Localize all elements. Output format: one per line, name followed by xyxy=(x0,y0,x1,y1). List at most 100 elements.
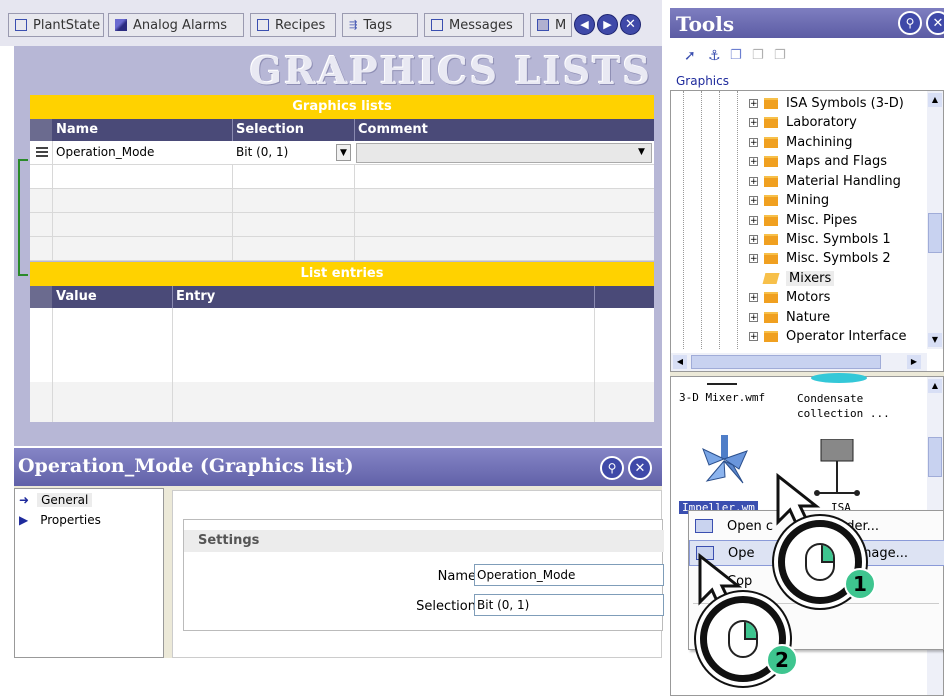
folder-icon xyxy=(764,253,778,264)
table-row[interactable] xyxy=(30,165,654,189)
gallery-item-label[interactable]: 3-D Mixer.wmf xyxy=(679,391,765,404)
expand-icon[interactable]: + xyxy=(749,235,758,245)
scroll-left-button[interactable]: ◀ xyxy=(574,14,595,35)
tree-item-mining[interactable]: + Mining xyxy=(749,191,829,210)
copy-icon[interactable]: ❐ xyxy=(730,48,742,63)
selection-label: Selection xyxy=(416,599,476,614)
folder-icon xyxy=(764,234,778,245)
column-entry[interactable]: Entry xyxy=(176,289,215,304)
column-selection[interactable]: Selection xyxy=(236,122,304,137)
table-row[interactable]: Operation_Mode Bit (0, 1) ▼ ▼ xyxy=(30,141,654,165)
expand-icon[interactable]: + xyxy=(749,99,758,109)
tree-item-motors[interactable]: + Motors xyxy=(749,288,830,307)
expand-icon[interactable]: + xyxy=(749,138,758,148)
tools-category-label[interactable]: Graphics xyxy=(676,74,729,88)
list-entries-section-title: List entries xyxy=(30,262,654,286)
name-field[interactable] xyxy=(474,564,664,586)
expand-icon[interactable]: + xyxy=(749,254,758,264)
tab-analog-alarms[interactable]: Analog Alarms xyxy=(108,13,244,37)
column-comment[interactable]: Comment xyxy=(358,122,428,137)
comment-dropdown-icon[interactable]: ▼ xyxy=(634,145,649,160)
graphics-lists-body: Operation_Mode Bit (0, 1) ▼ ▼ xyxy=(30,141,654,261)
tab-tags[interactable]: ⇶ Tags xyxy=(342,13,418,37)
mixer-thumbnail[interactable] xyxy=(707,377,737,385)
nav-item-properties[interactable]: ▶ Properties xyxy=(19,513,101,527)
table-row[interactable] xyxy=(30,189,654,213)
settings-group-title: Settings xyxy=(198,533,260,548)
tree-item-machining[interactable]: + Machining xyxy=(749,133,853,152)
tree-item-isa-symbols-3d[interactable]: + ISA Symbols (3-D) xyxy=(749,94,904,113)
arrow-right-icon: ➜ xyxy=(19,493,30,507)
column-value[interactable]: Value xyxy=(56,289,97,304)
expand-icon[interactable]: + xyxy=(749,313,758,323)
screen-icon xyxy=(15,19,27,31)
list-selection-cell[interactable]: Bit (0, 1) xyxy=(236,145,288,159)
close-editor-button[interactable]: ✕ xyxy=(620,14,641,35)
tree-item-material-handling[interactable]: + Material Handling xyxy=(749,172,901,191)
delete-icon[interactable]: ❐ xyxy=(774,48,786,63)
list-entries-table: List entries Value Entry xyxy=(30,262,654,422)
tool-icon[interactable]: ⚓ xyxy=(708,48,721,64)
paste-icon[interactable]: ❐ xyxy=(752,48,764,63)
tree-item-misc-pipes[interactable]: + Misc. Pipes xyxy=(749,211,857,230)
link-bracket xyxy=(18,159,28,276)
list-entries-header: Value Entry xyxy=(30,286,654,308)
expand-icon[interactable]: + xyxy=(749,196,758,206)
tab-plantstate[interactable]: PlantState xyxy=(8,13,104,37)
expand-icon[interactable]: + xyxy=(749,118,758,128)
folder-icon xyxy=(764,312,778,323)
scroll-right-button[interactable]: ▶ xyxy=(597,14,618,35)
tree-item-laboratory[interactable]: + Laboratory xyxy=(749,113,857,132)
tree-item-maps-and-flags[interactable]: + Maps and Flags xyxy=(749,152,887,171)
folder-icon xyxy=(764,98,778,109)
expand-icon[interactable]: + xyxy=(749,293,758,303)
impeller-icon[interactable] xyxy=(697,435,751,495)
table-row[interactable] xyxy=(30,237,654,261)
tab-more[interactable]: M xyxy=(530,13,572,37)
folder-icon xyxy=(764,156,778,167)
list-entries-body xyxy=(30,308,654,422)
recipe-icon xyxy=(257,19,269,31)
step-badge-1: 1 xyxy=(844,568,876,600)
condensate-thumbnail[interactable] xyxy=(811,373,867,383)
tab-recipes[interactable]: Recipes xyxy=(250,13,336,37)
gallery-item-label[interactable]: Condensate collection ... xyxy=(797,391,893,421)
tab-messages[interactable]: Messages xyxy=(424,13,524,37)
triangle-right-icon: ▶ xyxy=(19,513,29,527)
folder-icon xyxy=(764,331,778,342)
table-row[interactable] xyxy=(30,213,654,237)
list-name-cell[interactable]: Operation_Mode xyxy=(56,145,154,159)
expand-icon[interactable]: + xyxy=(749,216,758,226)
close-icon[interactable]: ✕ xyxy=(628,456,652,480)
tree-item-nature[interactable]: + Nature xyxy=(749,308,830,327)
folder-icon xyxy=(764,292,778,303)
tree-vertical-scrollbar[interactable]: ▲ ▼ xyxy=(927,91,943,349)
tree-item-mixers[interactable]: Mixers xyxy=(749,269,835,288)
selection-field[interactable] xyxy=(474,594,664,616)
tree-horizontal-scrollbar[interactable]: ◀ ▶ xyxy=(671,353,927,371)
column-name[interactable]: Name xyxy=(56,122,98,137)
tree-item-misc-symbols-2[interactable]: + Misc. Symbols 2 xyxy=(749,249,891,268)
pin-icon[interactable]: ⚲ xyxy=(600,456,624,480)
graphics-tree: + ISA Symbols (3-D) + Laboratory + Machinin… xyxy=(670,90,944,372)
tree-item-operator-interface[interactable]: + Operator Interface xyxy=(749,327,907,346)
close-icon[interactable]: ✕ xyxy=(926,11,944,35)
properties-panel: Operation_Mode (Graphics list) ⚲ ✕ ➜ Gen… xyxy=(14,448,664,658)
alarm-icon xyxy=(115,19,127,31)
selection-dropdown-button[interactable]: ▼ xyxy=(336,144,351,161)
tree-item-misc-symbols-1[interactable]: + Misc. Symbols 1 xyxy=(749,230,891,249)
step-badge-2: 2 xyxy=(766,644,798,676)
row-handle-icon xyxy=(36,147,48,157)
tools-header: Tools ⚲ ✕ xyxy=(670,8,944,38)
folder-icon xyxy=(695,519,713,533)
graphics-lists-editor: GRAPHICS LISTS Graphics lists Name Selec… xyxy=(14,46,662,446)
pointer-icon[interactable]: ➚ xyxy=(684,48,696,64)
nav-item-general[interactable]: ➜ General xyxy=(19,493,93,507)
expand-icon[interactable]: + xyxy=(749,332,758,342)
expand-icon[interactable]: + xyxy=(749,177,758,187)
comment-field[interactable] xyxy=(356,143,652,163)
messages-icon xyxy=(431,19,443,31)
pin-icon[interactable]: ⚲ xyxy=(898,11,922,35)
expand-icon[interactable]: + xyxy=(749,157,758,167)
settings-group: Settings Name Selection xyxy=(183,519,664,631)
